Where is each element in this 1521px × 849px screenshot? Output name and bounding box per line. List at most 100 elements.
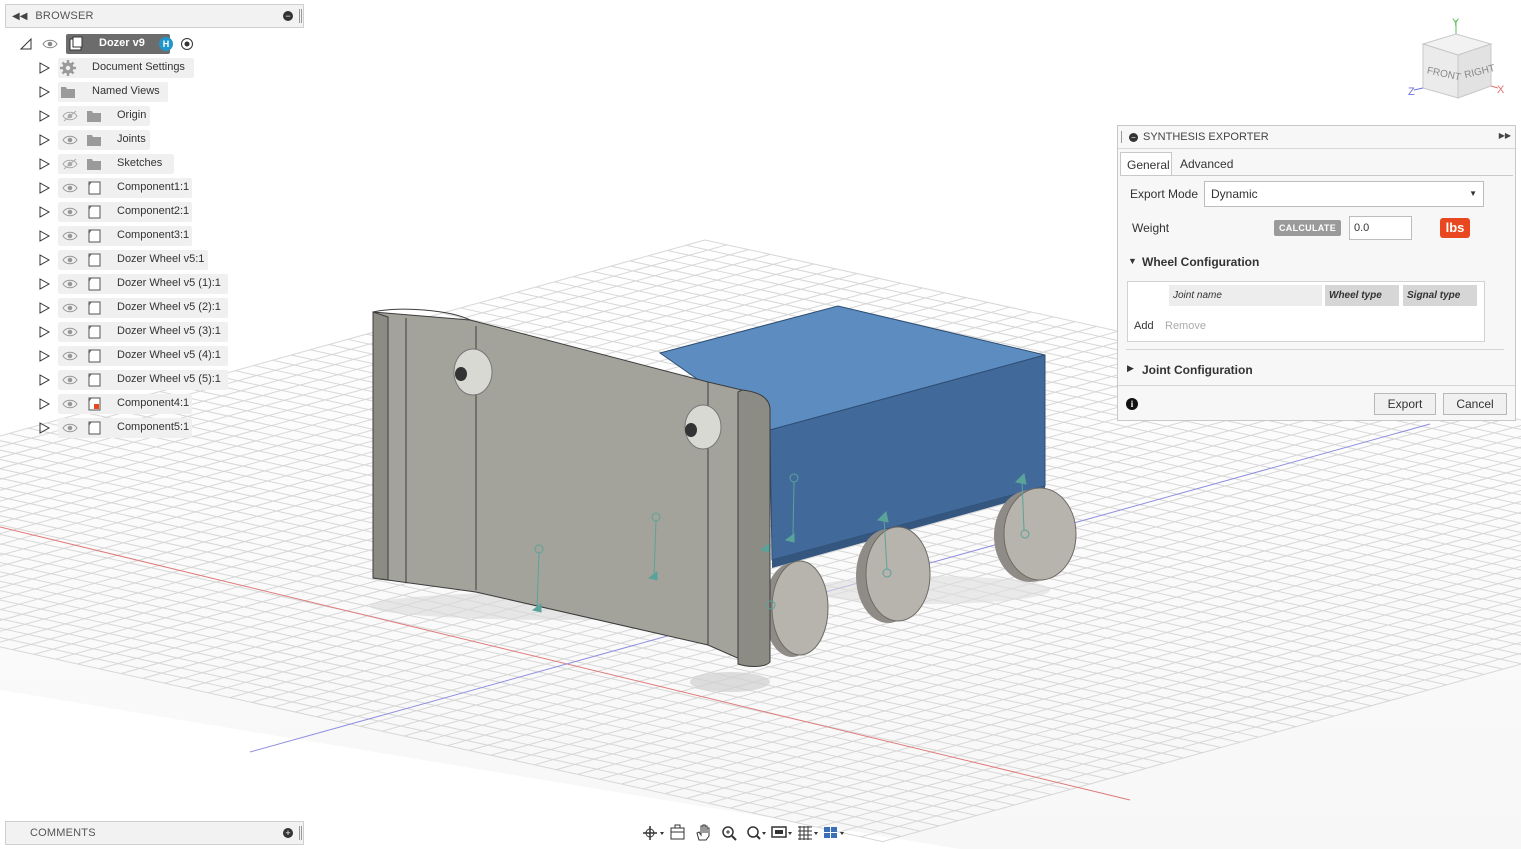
minimize-panel-icon[interactable]: − (1129, 132, 1138, 142)
visibility-hidden-icon[interactable] (62, 110, 78, 122)
visibility-eye-icon[interactable] (62, 230, 78, 242)
collapse-triangle-icon[interactable] (20, 38, 32, 50)
visibility-eye-icon[interactable] (62, 422, 78, 434)
visibility-eye-icon[interactable] (62, 254, 78, 266)
export-mode-select[interactable]: Dynamic ▼ (1204, 181, 1484, 207)
gear-icon (60, 60, 76, 76)
export-button[interactable]: Export (1374, 393, 1436, 415)
pan-hand-icon[interactable] (692, 823, 716, 843)
expand-triangle-icon[interactable] (38, 422, 50, 434)
calculate-button[interactable]: CALCULATE (1274, 220, 1341, 236)
browser-item[interactable]: Component3:1 (38, 226, 238, 246)
visibility-eye-icon[interactable] (62, 326, 78, 338)
zoom-icon[interactable] (718, 823, 742, 843)
browser-item[interactable]: Dozer Wheel v5 (1):1 (38, 274, 238, 294)
add-row-link[interactable]: Add (1134, 320, 1154, 332)
panel-options-icon[interactable]: − (283, 11, 293, 21)
expand-triangle-icon[interactable] (38, 206, 50, 218)
browser-item[interactable]: Dozer Wheel v5 (5):1 (38, 370, 238, 390)
expand-triangle-icon[interactable] (38, 374, 50, 386)
dropdown-caret-icon: ▼ (1469, 189, 1477, 198)
visibility-eye-icon[interactable] (62, 350, 78, 362)
viewports-icon[interactable] (822, 823, 846, 843)
visibility-eye-icon[interactable] (62, 134, 78, 146)
browser-root-row[interactable]: Dozer v9 H (20, 34, 210, 54)
expand-triangle-icon[interactable] (38, 350, 50, 362)
browser-item[interactable]: Component1:1 (38, 178, 238, 198)
browser-item[interactable]: Dozer Wheel v5 (2):1 (38, 298, 238, 318)
expand-triangle-icon[interactable] (38, 302, 50, 314)
visibility-hidden-icon[interactable] (62, 158, 78, 170)
grid-settings-icon[interactable] (796, 823, 820, 843)
display-settings-icon[interactable] (770, 823, 794, 843)
hub-badge-icon[interactable]: H (159, 37, 173, 51)
expand-triangle-icon[interactable] (38, 86, 50, 98)
browser-item[interactable]: Component5:1 (38, 418, 238, 438)
wheel-middle[interactable] (856, 526, 931, 623)
browser-item-label: Dozer Wheel v5 (3):1 (117, 325, 221, 337)
browser-item[interactable]: Dozer Wheel v5 (4):1 (38, 346, 238, 366)
browser-item[interactable]: Component4:1 (38, 394, 238, 414)
expand-triangle-icon[interactable] (38, 110, 50, 122)
add-comment-icon[interactable]: + (283, 828, 293, 838)
column-signal-type[interactable]: Signal type (1403, 285, 1477, 306)
radio-target-icon[interactable] (180, 37, 194, 51)
browser-panel-header[interactable]: ◀◀ BROWSER − (5, 4, 304, 28)
remove-row-link[interactable]: Remove (1165, 320, 1206, 332)
expand-triangle-icon[interactable] (38, 254, 50, 266)
collapse-panel-icon[interactable]: ◀◀ (12, 11, 27, 22)
tab-advanced[interactable]: Advanced (1174, 152, 1239, 176)
column-joint-name[interactable]: Joint name (1169, 285, 1322, 306)
browser-item-label: Component3:1 (117, 229, 190, 241)
expand-triangle-icon[interactable] (38, 62, 50, 74)
visibility-eye-icon[interactable] (62, 182, 78, 194)
browser-item[interactable]: Origin (38, 106, 238, 126)
browser-item-label: Dozer Wheel v5 (1):1 (117, 277, 221, 289)
info-icon[interactable]: i (1126, 398, 1138, 410)
document-icon (69, 36, 83, 51)
expand-triangle-icon[interactable] (38, 230, 50, 242)
expand-triangle-icon[interactable] (38, 398, 50, 410)
axis-x-label: X (1497, 84, 1505, 96)
browser-item[interactable]: Joints (38, 130, 238, 150)
browser-item[interactable]: Dozer Wheel v5 (3):1 (38, 322, 238, 342)
browser-item[interactable]: Named Views (38, 82, 238, 102)
unit-toggle-button[interactable]: lbs (1440, 218, 1470, 238)
browser-item[interactable]: Sketches (38, 154, 238, 174)
column-wheel-type[interactable]: Wheel type (1325, 285, 1399, 306)
look-at-icon[interactable] (666, 823, 690, 843)
expand-triangle-icon[interactable] (38, 158, 50, 170)
visibility-eye-icon[interactable] (62, 302, 78, 314)
panel-grip-icon[interactable] (299, 9, 302, 23)
expand-triangle-icon[interactable] (38, 182, 50, 194)
zoom-window-icon[interactable] (744, 823, 768, 843)
cancel-button[interactable]: Cancel (1443, 393, 1507, 415)
visibility-eye-icon[interactable] (62, 374, 78, 386)
wheel-front-left[interactable] (764, 560, 829, 657)
tab-general[interactable]: General (1120, 152, 1172, 176)
browser-item-label: Sketches (117, 157, 163, 169)
view-cube[interactable]: FRONT RIGHT Y X Z (1408, 17, 1505, 99)
expand-triangle-icon[interactable] (38, 278, 50, 290)
visibility-eye-icon[interactable] (62, 278, 78, 290)
browser-item[interactable]: Dozer Wheel v5:1 (38, 250, 238, 270)
expand-triangle-icon[interactable] (38, 326, 50, 338)
comments-panel-header[interactable]: COMMENTS + (5, 821, 304, 845)
browser-item[interactable]: Document Settings (38, 58, 238, 78)
visibility-eye-icon[interactable] (42, 38, 58, 50)
exporter-title-bar[interactable]: − SYNTHESIS EXPORTER ▶▶ (1118, 126, 1515, 149)
panel-grip-icon[interactable] (299, 826, 302, 840)
weight-input[interactable]: 0.0 (1349, 216, 1412, 240)
visibility-eye-icon[interactable] (62, 206, 78, 218)
component-icon (88, 181, 101, 195)
wheel-rear[interactable] (994, 487, 1077, 582)
browser-item[interactable]: Component2:1 (38, 202, 238, 222)
chevron-down-icon: ▼ (1128, 256, 1137, 266)
expand-panel-icon[interactable]: ▶▶ (1499, 131, 1511, 140)
expand-triangle-icon[interactable] (38, 134, 50, 146)
component-icon (88, 253, 101, 267)
root-document-name: Dozer v9 (99, 37, 145, 49)
drag-grip-icon[interactable] (1121, 131, 1124, 143)
orbit-icon[interactable] (640, 823, 664, 843)
visibility-eye-icon[interactable] (62, 398, 78, 410)
